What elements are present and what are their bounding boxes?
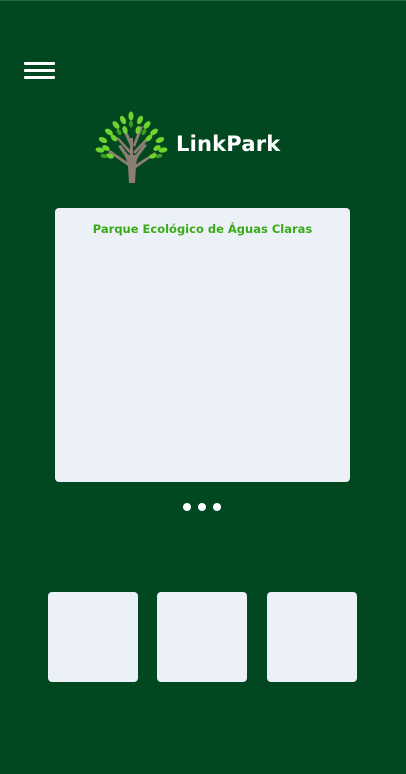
carousel-dot-3[interactable] bbox=[213, 503, 221, 511]
hamburger-menu-icon-bar bbox=[24, 76, 55, 79]
carousel-dot-2[interactable] bbox=[198, 503, 206, 511]
tile-2[interactable] bbox=[157, 592, 247, 682]
park-title: Parque Ecológico de Águas Claras bbox=[92, 222, 313, 236]
brand-name: LinkPark bbox=[176, 132, 281, 156]
carousel-indicators bbox=[180, 503, 226, 513]
tile-1[interactable] bbox=[48, 592, 138, 682]
tree-icon bbox=[95, 111, 168, 183]
carousel-card[interactable]: Parque Ecológico de Águas Claras bbox=[55, 208, 350, 482]
hamburger-menu-icon-bar bbox=[24, 69, 55, 72]
top-border bbox=[0, 0, 406, 1]
tile-3[interactable] bbox=[267, 592, 357, 682]
menu-button[interactable] bbox=[22, 59, 56, 83]
app-logo: LinkPark bbox=[92, 108, 292, 186]
carousel-dot-1[interactable] bbox=[183, 503, 191, 511]
hamburger-menu-icon bbox=[24, 62, 55, 65]
